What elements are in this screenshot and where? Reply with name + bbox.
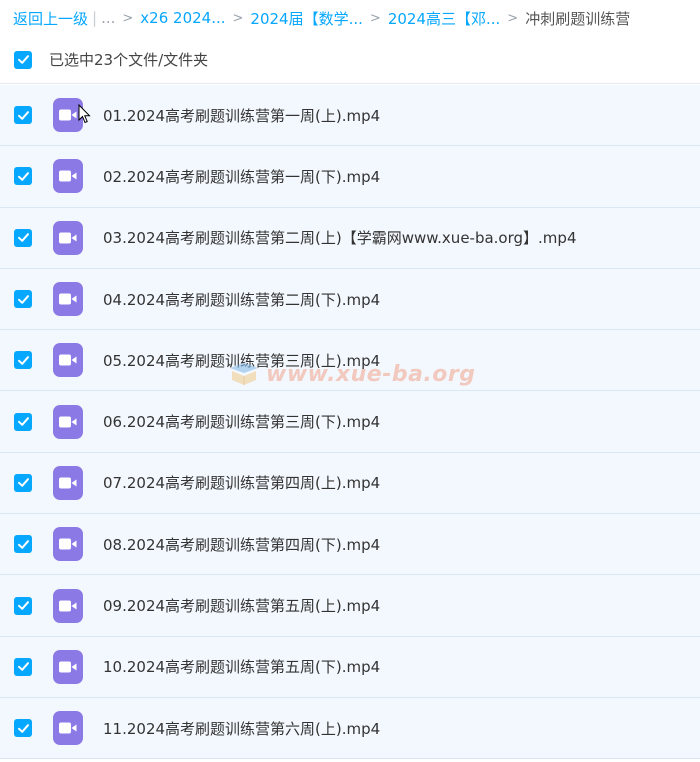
- file-checkbox[interactable]: [14, 596, 32, 615]
- breadcrumb: 返回上一级 | ... > x26 2024... > 2024届【数学... …: [0, 0, 700, 36]
- file-checkbox[interactable]: [14, 412, 32, 431]
- selection-count-label: 已选中23个文件/文件夹: [49, 51, 209, 69]
- breadcrumb-current: 冲刺刷题训练营: [525, 9, 631, 28]
- video-file-icon: [53, 159, 83, 194]
- back-link[interactable]: 返回上一级: [13, 8, 88, 29]
- file-row[interactable]: 05.2024高考刷题训练营第三周(上).mp4: [0, 330, 700, 392]
- breadcrumb-ellipsis[interactable]: ...: [101, 9, 115, 27]
- video-file-icon: [53, 465, 83, 500]
- file-list: 01.2024高考刷题训练营第一周(上).mp4 02.2024高考刷题训练营第一…: [0, 85, 700, 760]
- file-row[interactable]: 04.2024高考刷题训练营第二周(下).mp4: [0, 268, 700, 331]
- file-name[interactable]: 05.2024高考刷题训练营第三周(上).mp4: [103, 350, 380, 371]
- checkmark-icon: [17, 172, 29, 181]
- checkmark-icon: [17, 294, 29, 304]
- file-row[interactable]: 03.2024高考刷题训练营第二周(上)【学霸网www.xue-ba.org】.…: [0, 207, 700, 269]
- file-row[interactable]: 11.2024高考刷题训练营第六周(上).mp4: [0, 697, 700, 760]
- video-file-icon: [53, 588, 83, 623]
- file-row[interactable]: 02.2024高考刷题训练营第一周(下).mp4: [0, 146, 700, 208]
- file-name[interactable]: 01.2024高考刷题训练营第一周(上).mp4: [103, 105, 380, 126]
- checkmark-icon: [17, 723, 29, 733]
- file-checkbox[interactable]: [14, 351, 32, 370]
- file-checkbox[interactable]: [14, 535, 32, 554]
- file-name[interactable]: 07.2024高考刷题训练营第四周(上).mp4: [103, 472, 380, 493]
- file-name[interactable]: 08.2024高考刷题训练营第四周(下).mp4: [103, 534, 380, 555]
- file-name[interactable]: 10.2024高考刷题训练营第五周(下).mp4: [103, 656, 380, 677]
- file-row[interactable]: 10.2024高考刷题训练营第五周(下).mp4: [0, 636, 700, 698]
- file-name[interactable]: 09.2024高考刷题训练营第五周(上).mp4: [103, 595, 380, 616]
- file-name[interactable]: 06.2024高考刷题训练营第三周(下).mp4: [103, 411, 380, 432]
- checkmark-icon: [17, 356, 29, 365]
- file-checkbox[interactable]: [14, 290, 32, 309]
- video-file-icon: [53, 404, 83, 439]
- breadcrumb-item[interactable]: x26 2024...: [140, 9, 225, 27]
- file-name[interactable]: 02.2024高考刷题训练营第一周(下).mp4: [103, 166, 380, 187]
- video-file-icon: [53, 282, 83, 317]
- checkmark-icon: [17, 478, 29, 488]
- checkmark-icon: [17, 417, 29, 426]
- chevron-right-icon: >: [369, 10, 381, 26]
- chevron-right-icon: >: [507, 10, 519, 26]
- file-row[interactable]: 08.2024高考刷题训练营第四周(下).mp4: [0, 514, 700, 576]
- chevron-right-icon: >: [232, 10, 244, 26]
- file-name[interactable]: 11.2024高考刷题训练营第六周(上).mp4: [103, 718, 380, 739]
- file-row[interactable]: 06.2024高考刷题训练营第三周(下).mp4: [0, 391, 700, 453]
- video-file-icon: [53, 343, 83, 378]
- file-name[interactable]: 04.2024高考刷题训练营第二周(下).mp4: [103, 289, 380, 310]
- checkmark-icon: [17, 601, 29, 610]
- checkmark-icon: [17, 662, 29, 672]
- select-all-checkbox[interactable]: [14, 50, 32, 69]
- breadcrumb-item[interactable]: 2024高三【邓...: [388, 8, 500, 29]
- video-file-icon: [53, 527, 83, 562]
- file-checkbox[interactable]: [14, 657, 32, 676]
- breadcrumb-divider: |: [92, 9, 98, 27]
- checkmark-icon: [17, 539, 29, 549]
- video-file-icon: [53, 711, 83, 746]
- file-name[interactable]: 03.2024高考刷题训练营第二周(上)【学霸网www.xue-ba.org】.…: [103, 227, 576, 248]
- breadcrumb-item[interactable]: 2024届【数学...: [250, 8, 362, 29]
- file-row[interactable]: 01.2024高考刷题训练营第一周(上).mp4: [0, 85, 700, 147]
- file-checkbox[interactable]: [14, 473, 32, 492]
- file-checkbox[interactable]: [14, 106, 32, 125]
- checkmark-icon: [17, 110, 29, 120]
- video-file-icon: [53, 98, 83, 133]
- video-file-icon: [53, 649, 83, 684]
- checkmark-icon: [17, 55, 29, 64]
- selection-bar: 已选中23个文件/文件夹: [0, 36, 700, 84]
- file-row[interactable]: 07.2024高考刷题训练营第四周(上).mp4: [0, 452, 700, 515]
- file-checkbox[interactable]: [14, 228, 32, 247]
- file-row[interactable]: 09.2024高考刷题训练营第五周(上).mp4: [0, 575, 700, 637]
- checkmark-icon: [17, 233, 29, 243]
- file-checkbox[interactable]: [14, 167, 32, 186]
- video-file-icon: [53, 220, 83, 255]
- chevron-right-icon: >: [122, 10, 134, 26]
- file-checkbox[interactable]: [14, 719, 32, 738]
